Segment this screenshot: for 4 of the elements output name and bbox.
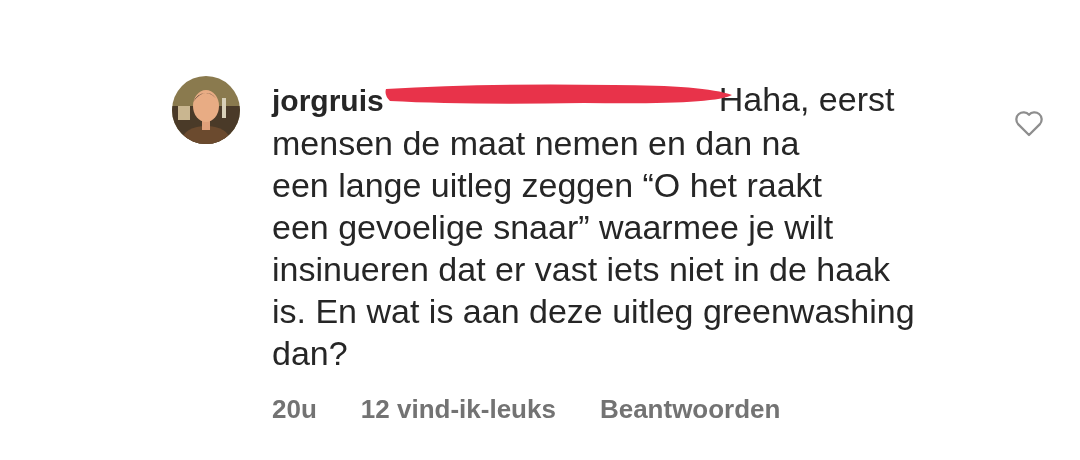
likes-count[interactable]: 12 vind-ik-leuks [360, 394, 556, 425]
comment-text: jorgruis Haha, eerst mensen de maat nemen en dan na een lange uitleg zeggen “O het raakt een gevoelige snaar” waarmee je wilt insinueren dat er vast iets niet in de haak is. En wat is aan deze uitleg greenwashing dan? [272, 79, 916, 374]
comment-time: 20u [272, 394, 317, 425]
reply-link[interactable]: Beantwoorden [599, 394, 781, 425]
